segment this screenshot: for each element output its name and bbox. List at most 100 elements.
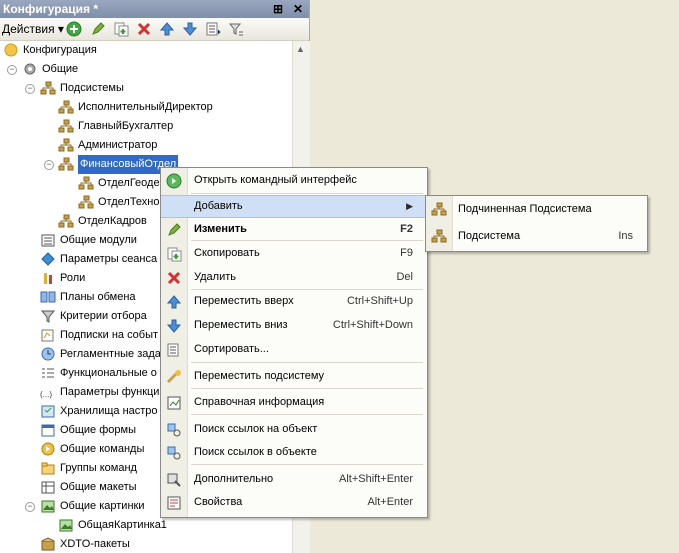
- menu-separator: [191, 193, 423, 194]
- tree-label: Конфигурация: [23, 44, 97, 56]
- context-menu-item[interactable]: Удалить Del: [161, 266, 427, 289]
- context-menu-item-shortcut: F2: [400, 223, 413, 235]
- menu-separator: [191, 388, 423, 389]
- cmd-icon: [40, 442, 56, 456]
- context-menu-item[interactable]: Поиск ссылок на объект: [161, 418, 427, 441]
- close-icon[interactable]: ✕: [290, 1, 306, 17]
- filter-icon[interactable]: [228, 21, 244, 37]
- open-interface-icon: [166, 173, 182, 189]
- tree-label: Общие: [42, 63, 79, 75]
- toolbar: Действия ▾: [0, 18, 309, 41]
- copy-icon: [166, 246, 182, 262]
- move-down-icon[interactable]: [182, 21, 198, 37]
- more-icon: [166, 472, 182, 488]
- move-subsystem-icon: [166, 369, 182, 385]
- groups-icon: [40, 461, 56, 475]
- tree-label: ОтделГеоде: [98, 177, 160, 189]
- subsys-icon: [58, 119, 74, 133]
- context-menu-item[interactable]: Добавить ▶: [161, 195, 427, 218]
- panel-title: Конфигурация *: [3, 2, 99, 16]
- actions-menu-button[interactable]: Действия ▾: [2, 22, 64, 36]
- forms-icon: [40, 423, 56, 437]
- context-menu-item[interactable]: Сортировать...: [161, 338, 427, 361]
- tree-subsystems[interactable]: − Подсистемы: [0, 79, 292, 98]
- collapse-toggle-icon[interactable]: −: [7, 65, 17, 75]
- tree-label: Роли: [60, 272, 86, 284]
- context-menu-item-label: Переместить подсистему: [194, 370, 325, 382]
- tree-label: Общие команды: [60, 443, 145, 455]
- find-refs-icon: [166, 422, 182, 438]
- scroll-up-arrow-icon[interactable]: ▲: [296, 44, 305, 54]
- delete-icon: [166, 270, 182, 286]
- filter-icon: [40, 309, 56, 323]
- actions-label: Действия: [2, 22, 55, 36]
- submenu-item[interactable]: Подчиненная Подсистема: [426, 198, 647, 221]
- context-menu-item-label: Свойства: [194, 496, 243, 508]
- delete-icon[interactable]: [136, 21, 152, 37]
- context-menu-item-label: Переместить вверх: [194, 295, 294, 307]
- tree-label: XDTO-пакеты: [60, 538, 130, 550]
- submenu-item-label: Подсистема: [458, 230, 521, 242]
- context-menu-item[interactable]: Переместить подсистему: [161, 365, 427, 388]
- context-menu-item[interactable]: Переместить вниз Ctrl+Shift+Down: [161, 314, 427, 337]
- context-menu-item-label: Добавить: [194, 200, 243, 212]
- tree-subsystem-item[interactable]: Администратор: [0, 136, 292, 155]
- context-menu-item[interactable]: Свойства Alt+Enter: [161, 491, 427, 514]
- context-menu-item[interactable]: Переместить вверх Ctrl+Shift+Up: [161, 290, 427, 313]
- subsys-icon: [40, 81, 56, 95]
- submenu-item[interactable]: Подсистема Ins: [426, 225, 647, 248]
- tree-label: Подсистемы: [60, 82, 124, 94]
- sched-icon: [40, 347, 56, 361]
- tree-label: ОтделТехно: [98, 196, 160, 208]
- chevron-down-icon: ▾: [57, 22, 64, 36]
- tree-common[interactable]: − Общие: [0, 60, 292, 79]
- tree-label: Подписки на событ: [60, 329, 159, 341]
- move-down-icon: [166, 318, 182, 334]
- subsystem-icon: [431, 202, 447, 218]
- tree-label: Общие модули: [60, 234, 137, 246]
- collapse-toggle-icon[interactable]: −: [25, 84, 35, 94]
- collapse-toggle-icon[interactable]: −: [44, 160, 54, 170]
- context-menu-item-label: Поиск ссылок на объект: [194, 423, 318, 435]
- pictures-icon: [58, 518, 74, 532]
- tree-xdto[interactable]: XDTO-пакеты: [0, 535, 292, 553]
- tree-picture-item[interactable]: ОбщаяКартинка1: [0, 516, 292, 535]
- context-menu-item[interactable]: Поиск ссылок в объекте: [161, 441, 427, 464]
- add-icon[interactable]: [66, 21, 82, 37]
- subsys-icon: [78, 176, 94, 190]
- help-info-icon: [166, 395, 182, 411]
- sort-icon: [166, 342, 182, 358]
- edit-pencil-icon: [166, 222, 182, 238]
- move-up-icon[interactable]: [159, 21, 175, 37]
- tree-root[interactable]: Конфигурация: [0, 41, 292, 60]
- sort-icon[interactable]: [205, 21, 221, 37]
- move-up-icon: [166, 294, 182, 310]
- tree-label: Критерии отбора: [60, 310, 147, 322]
- tree-label: ОбщаяКартинка1: [78, 519, 167, 531]
- context-menu-item-label: Дополнительно: [194, 473, 274, 485]
- pin-icon[interactable]: ⊞: [270, 1, 286, 17]
- copy-icon[interactable]: [113, 21, 129, 37]
- store-icon: [40, 404, 56, 418]
- context-menu-item-label: Сортировать...: [194, 343, 269, 355]
- context-menu-item[interactable]: Открыть командный интерфейс: [161, 169, 427, 192]
- subsys-icon: [58, 138, 74, 152]
- subsystem-icon: [431, 229, 447, 245]
- context-menu-item-shortcut: Del: [396, 271, 413, 283]
- collapse-toggle-icon[interactable]: −: [25, 502, 35, 512]
- edit-pencil-icon[interactable]: [90, 21, 106, 37]
- context-menu-item-label: Удалить: [194, 271, 236, 283]
- context-menu-item-label: Скопировать: [194, 247, 260, 259]
- context-menu-item[interactable]: Изменить F2: [161, 218, 427, 241]
- tree-label: Регламентные зада: [60, 348, 161, 360]
- common-icon: [22, 62, 38, 76]
- tree-subsystem-item[interactable]: ИсполнительныйДиректор: [0, 98, 292, 117]
- tree-subsystem-item[interactable]: ГлавныйБухгалтер: [0, 117, 292, 136]
- context-menu-item[interactable]: Дополнительно Alt+Shift+Enter: [161, 468, 427, 491]
- context-menu-item[interactable]: Справочная информация: [161, 391, 427, 414]
- exchange-icon: [40, 290, 56, 304]
- tree-label: Параметры функци: [60, 386, 160, 398]
- context-menu-item[interactable]: Скопировать F9: [161, 242, 427, 265]
- tree-label: ГлавныйБухгалтер: [78, 120, 174, 132]
- tree-label: ИсполнительныйДиректор: [78, 101, 213, 113]
